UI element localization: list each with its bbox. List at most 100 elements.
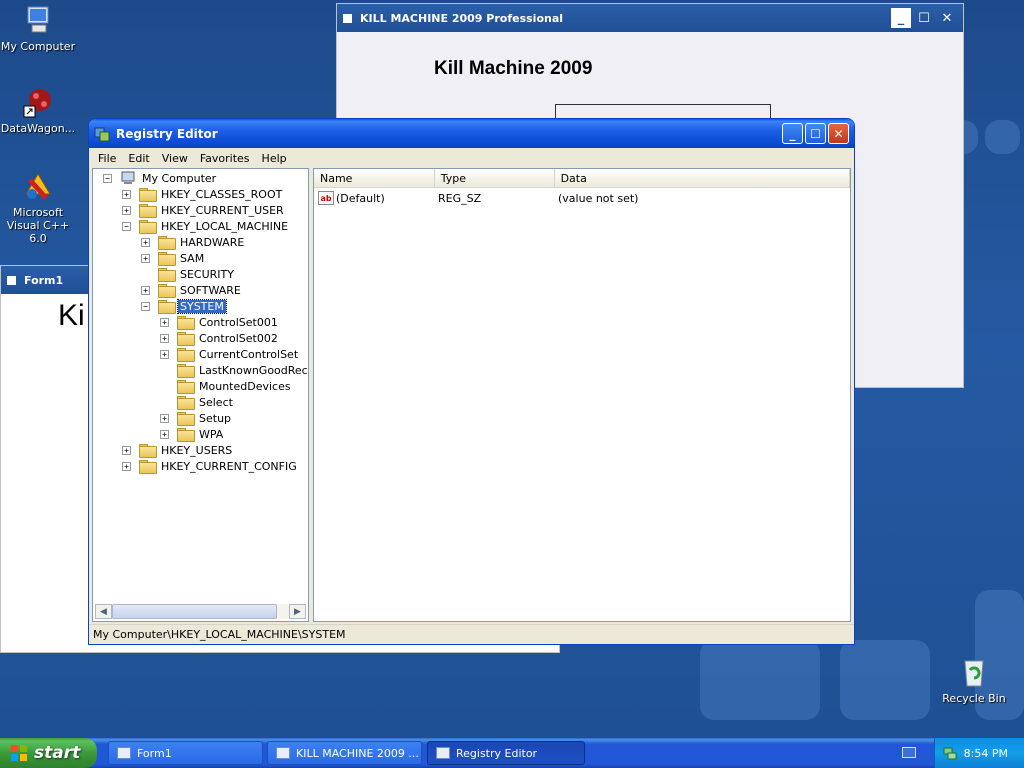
window-title: Registry Editor bbox=[116, 126, 218, 141]
expand-icon[interactable]: + bbox=[160, 349, 169, 359]
taskbar-button-kill-machine[interactable]: KILL MACHINE 2009 ... bbox=[267, 741, 422, 765]
tree-label: Setup bbox=[199, 411, 232, 425]
folder-open-icon bbox=[139, 220, 157, 234]
scroll-right-button[interactable]: ▶ bbox=[289, 604, 306, 619]
window-menu-icon[interactable] bbox=[343, 13, 352, 23]
tree-node-hkey-classes-root[interactable]: + HKEY_CLASSES_ROOT bbox=[122, 186, 284, 202]
desktop-icon-datawagon[interactable]: DataWagon... bbox=[0, 86, 78, 135]
folder-icon bbox=[177, 412, 195, 426]
registry-editor-titlebar[interactable]: Registry Editor _ ☐ ✕ bbox=[89, 119, 854, 148]
column-header-data[interactable]: Data bbox=[555, 169, 850, 188]
column-header-name[interactable]: Name bbox=[314, 169, 435, 188]
tree-node-hardware[interactable]: + HARDWARE bbox=[141, 234, 246, 250]
expand-icon[interactable]: + bbox=[141, 253, 150, 263]
tree-node-security[interactable]: SECURITY bbox=[141, 266, 236, 282]
tree-node-software[interactable]: + SOFTWARE bbox=[141, 282, 243, 298]
expand-icon[interactable]: + bbox=[160, 413, 169, 423]
column-header-row: Name Type Data bbox=[314, 169, 850, 188]
desktop-icon-recycle-bin[interactable]: Recycle Bin bbox=[934, 656, 1014, 705]
menu-view[interactable]: View bbox=[156, 152, 194, 165]
tree-node-hkey-users[interactable]: + HKEY_USERS bbox=[122, 442, 234, 458]
clock[interactable]: 8:54 PM bbox=[964, 747, 1008, 760]
close-button[interactable]: ✕ bbox=[828, 123, 849, 144]
menu-file[interactable]: File bbox=[92, 152, 122, 165]
tree-horizontal-scrollbar[interactable]: ◀ ▶ bbox=[95, 604, 306, 619]
recycle-bin-icon bbox=[958, 656, 990, 688]
collapse-icon[interactable]: − bbox=[141, 301, 150, 311]
tree-node-mounteddevices[interactable]: MountedDevices bbox=[160, 378, 293, 394]
tree-label: HKEY_LOCAL_MACHINE bbox=[161, 219, 289, 233]
scroll-track[interactable] bbox=[112, 604, 289, 619]
folder-icon bbox=[177, 364, 195, 378]
menu-help[interactable]: Help bbox=[256, 152, 293, 165]
value-row[interactable]: ab (Default) REG_SZ (value not set) bbox=[318, 190, 850, 206]
tree-node-hkey-local-machine[interactable]: − HKEY_LOCAL_MACHINE bbox=[122, 218, 290, 234]
tree-node-lastknowngood[interactable]: LastKnownGoodRecove bbox=[160, 362, 308, 378]
expand-icon[interactable]: + bbox=[160, 317, 169, 327]
menu-favorites[interactable]: Favorites bbox=[194, 152, 256, 165]
tree-node-hkey-current-user[interactable]: + HKEY_CURRENT_USER bbox=[122, 202, 286, 218]
menu-edit[interactable]: Edit bbox=[122, 152, 155, 165]
collapse-icon[interactable]: − bbox=[122, 221, 131, 231]
desktop-icon-my-computer[interactable]: My Computer bbox=[0, 4, 78, 53]
network-icon[interactable] bbox=[943, 746, 957, 760]
collapse-icon[interactable]: − bbox=[103, 173, 112, 183]
tree-node-setup[interactable]: + Setup bbox=[160, 410, 233, 426]
tree-label-selected: SYSTEM bbox=[177, 298, 227, 314]
kill-machine-titlebar[interactable]: KILL MACHINE 2009 Professional _ ☐ ✕ bbox=[337, 4, 963, 32]
registry-tree[interactable]: − My Computer + HKEY_CLASSES_ROOT + HKEY… bbox=[92, 168, 309, 622]
expand-icon[interactable]: + bbox=[160, 333, 169, 343]
expand-icon[interactable]: + bbox=[141, 285, 150, 295]
window-menu-icon[interactable] bbox=[7, 275, 16, 285]
tree-label: MountedDevices bbox=[199, 379, 291, 393]
visual-cpp-icon bbox=[22, 170, 54, 202]
wallpaper-tile bbox=[840, 640, 930, 720]
expand-icon[interactable]: + bbox=[122, 205, 131, 215]
start-button[interactable]: start bbox=[0, 738, 97, 768]
column-header-type[interactable]: Type bbox=[435, 169, 555, 188]
tree-node-sam[interactable]: + SAM bbox=[141, 250, 206, 266]
minimize-button[interactable]: _ bbox=[891, 8, 911, 28]
value-type: REG_SZ bbox=[438, 191, 482, 205]
folder-icon bbox=[139, 188, 157, 202]
keyboard-icon[interactable] bbox=[902, 747, 916, 758]
expand-icon[interactable]: + bbox=[122, 461, 131, 471]
registry-body: − My Computer + HKEY_CLASSES_ROOT + HKEY… bbox=[92, 168, 851, 622]
registry-values-list[interactable]: Name Type Data ab (Default) REG_SZ (valu… bbox=[313, 168, 851, 622]
folder-icon bbox=[158, 284, 176, 298]
expand-icon[interactable]: + bbox=[122, 189, 131, 199]
minimize-button[interactable]: _ bbox=[782, 123, 803, 144]
tree-node-controlset002[interactable]: + ControlSet002 bbox=[160, 330, 280, 346]
tree-node-system[interactable]: − SYSTEM bbox=[141, 298, 227, 314]
folder-icon bbox=[177, 316, 195, 330]
start-label: start bbox=[34, 743, 81, 763]
tree-label: CurrentControlSet bbox=[199, 347, 299, 361]
taskbar-button-registry-editor[interactable]: Registry Editor bbox=[427, 741, 585, 765]
tree-label: SECURITY bbox=[180, 267, 234, 281]
tree-node-my-computer[interactable]: − My Computer bbox=[103, 170, 218, 186]
taskbar-button-form1[interactable]: Form1 bbox=[108, 741, 263, 765]
tree-node-controlset001[interactable]: + ControlSet001 bbox=[160, 314, 280, 330]
maximize-button[interactable]: ☐ bbox=[805, 123, 826, 144]
tree-node-wpa[interactable]: + WPA bbox=[160, 426, 225, 442]
expand-icon[interactable]: + bbox=[160, 429, 169, 439]
close-button[interactable]: ✕ bbox=[937, 8, 957, 28]
scroll-left-button[interactable]: ◀ bbox=[95, 604, 112, 619]
expand-icon[interactable]: + bbox=[122, 445, 131, 455]
form1-heading: Ki bbox=[58, 299, 85, 332]
expand-icon[interactable]: + bbox=[141, 237, 150, 247]
tree-node-hkey-current-config[interactable]: + HKEY_CURRENT_CONFIG bbox=[122, 458, 299, 474]
tree-label: My Computer bbox=[142, 171, 217, 185]
desktop-icon-label: My Computer bbox=[0, 40, 76, 53]
tree-label: WPA bbox=[199, 427, 224, 441]
tree-label: ControlSet001 bbox=[199, 315, 278, 329]
scroll-thumb[interactable] bbox=[112, 604, 277, 619]
tree-node-select[interactable]: Select bbox=[160, 394, 235, 410]
tree-node-currentcontrolset[interactable]: + CurrentControlSet bbox=[160, 346, 300, 362]
desktop-icon-visual-cpp[interactable]: Microsoft Visual C++ 6.0 bbox=[0, 170, 78, 245]
maximize-button[interactable]: ☐ bbox=[914, 8, 934, 28]
folder-open-icon bbox=[158, 300, 176, 314]
datawagon-icon bbox=[22, 86, 54, 118]
window-title: Form1 bbox=[24, 273, 64, 287]
